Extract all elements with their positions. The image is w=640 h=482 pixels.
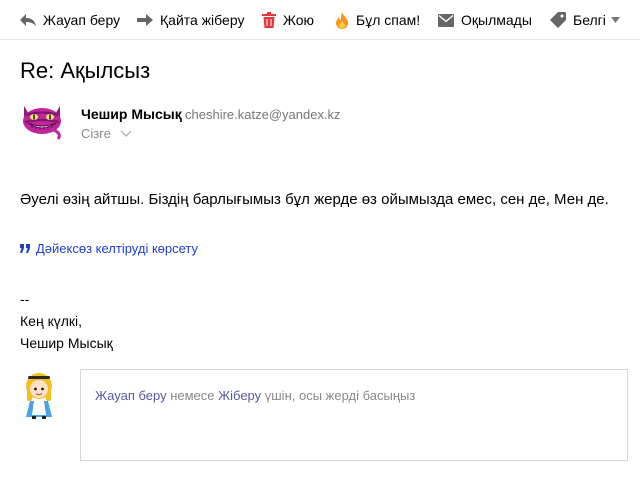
- show-quote-link[interactable]: Дәйексөз келтіруді көрсету: [20, 241, 198, 256]
- quick-reply-box[interactable]: Жауап беру немесе Жіберу үшін, осы жерді…: [80, 369, 628, 461]
- alice-avatar: [26, 373, 52, 419]
- reply-label: Жауап беру: [43, 12, 121, 28]
- delete-label: Жою: [283, 12, 315, 28]
- reply-button[interactable]: Жауап беру: [20, 0, 120, 40]
- show-quote-label: Дәйексөз келтіруді көрсету: [36, 241, 199, 256]
- signature-line-1: Кең күлкі,: [20, 313, 82, 329]
- signature-dashes: --: [20, 291, 30, 307]
- spam-button[interactable]: Бұл спам!: [335, 0, 420, 40]
- caret-down-icon: [610, 17, 620, 23]
- forward-label: Қайта жіберу: [160, 12, 245, 28]
- label-label: Белгі: [573, 12, 606, 28]
- delete-button[interactable]: Жою: [262, 0, 314, 40]
- quick-reply-link[interactable]: Жауап беру: [95, 388, 167, 403]
- recipient-toggle[interactable]: Сізге: [81, 126, 132, 141]
- quick-reply-rest: үшін, осы жерді басыңыз: [261, 388, 416, 403]
- reply-arrow-icon: [20, 14, 36, 26]
- message-subject: Re: Ақылсыз: [20, 58, 151, 83]
- quick-reply-placeholder: Жауап беру немесе Жіберу үшін, осы жерді…: [95, 388, 415, 403]
- cheshire-cat-avatar: [23, 106, 61, 140]
- recipient-label: Сізге: [81, 126, 111, 141]
- trash-icon: [262, 12, 276, 28]
- quick-forward-link[interactable]: Жіберу: [218, 388, 261, 403]
- sender-email[interactable]: cheshire.katze@yandex.kz: [185, 107, 341, 122]
- sender-name[interactable]: Чешир Мысық: [81, 106, 182, 122]
- envelope-icon: [438, 13, 454, 27]
- spam-label: Бұл спам!: [356, 12, 421, 28]
- signature-line-2: Чешир Мысық: [20, 335, 113, 351]
- forward-button[interactable]: Қайта жіберу: [137, 0, 244, 40]
- tag-icon: [550, 12, 566, 28]
- toolbar: Жауап беру Қайта жіберу Жою Бұл спам! Оқ…: [0, 0, 640, 40]
- chevron-down-icon: [120, 130, 132, 137]
- mark-unread-button[interactable]: Оқылмады: [438, 0, 532, 40]
- forward-arrow-icon: [137, 14, 153, 26]
- message-body: Әуелі өзің айтшы. Біздің барлығымыз бұл …: [20, 191, 609, 208]
- quote-icon: [20, 244, 30, 253]
- unread-label: Оқылмады: [461, 12, 532, 28]
- label-button[interactable]: Белгі: [550, 0, 620, 40]
- quick-reply-or: немесе: [166, 388, 219, 403]
- fire-icon: [336, 11, 348, 29]
